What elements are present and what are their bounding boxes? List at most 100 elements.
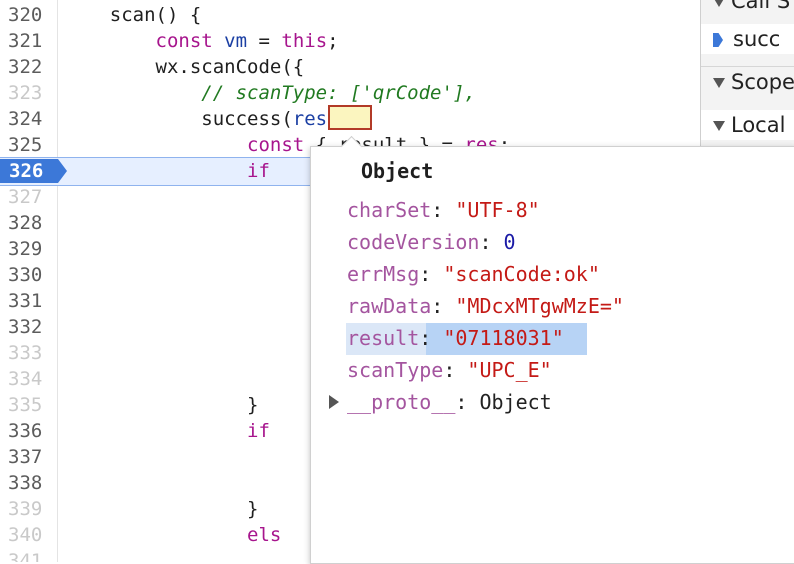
breakpoint-line-number: 326: [9, 160, 44, 182]
code-token: this: [281, 30, 328, 52]
hovered-variable-highlight: [328, 105, 372, 130]
code-line: 322 wx.scanCode({: [0, 54, 700, 80]
property-colon: :: [479, 230, 504, 254]
object-property-row: charSet: "UTF-8": [347, 195, 540, 225]
object-preview-popover: Object charSet: "UTF-8" codeVersion: 0 err…: [310, 146, 794, 564]
line-number[interactable]: 337: [8, 444, 52, 470]
code-token: const: [155, 30, 213, 52]
line-number[interactable]: 329: [8, 236, 52, 262]
code-token: scan() {: [64, 4, 202, 26]
scope-header[interactable]: Scope: [701, 66, 794, 97]
line-number[interactable]: 339: [8, 496, 52, 522]
property-colon: :: [443, 358, 468, 382]
property-colon: :: [455, 390, 480, 414]
property-value: "scanCode:ok": [443, 262, 600, 286]
property-key: __proto__: [347, 390, 456, 414]
line-number[interactable]: 332: [8, 314, 52, 340]
line-number[interactable]: 320: [8, 2, 52, 28]
property-value: Object: [479, 390, 552, 414]
code-text: scan() {: [64, 2, 202, 28]
line-number[interactable]: 327: [8, 184, 52, 210]
collapse-triangle-icon: [713, 0, 725, 7]
property-colon: :: [419, 262, 444, 286]
code-token: // scanType: ['qrCode'],: [201, 82, 476, 104]
property-key: codeVersion: [347, 230, 480, 254]
popover-title: Object: [361, 159, 434, 183]
line-number[interactable]: 335: [8, 392, 52, 418]
line-number[interactable]: 334: [8, 366, 52, 392]
property-key: rawData: [347, 294, 432, 318]
code-token: res: [292, 108, 328, 130]
code-text: if: [64, 158, 270, 184]
collapse-triangle-icon: [713, 78, 725, 88]
object-property-row: result: "07118031": [347, 323, 564, 353]
code-text: const vm = this;: [64, 28, 339, 54]
object-property-row: scanType: "UPC_E": [347, 355, 552, 385]
code-text: // scanType: ['qrCode'],: [64, 80, 476, 106]
line-number[interactable]: 321: [8, 28, 52, 54]
code-token: wx.scanCode({: [64, 56, 305, 78]
line-number[interactable]: 331: [8, 288, 52, 314]
collapse-triangle-icon: [713, 121, 725, 131]
breakpoint-marker[interactable]: 326: [0, 159, 67, 183]
code-token: success(: [64, 108, 293, 130]
object-property-row: rawData: "MDcxMTgwMzE=": [347, 291, 624, 321]
code-line: 320 scan() {: [0, 2, 700, 28]
property-value: 0: [503, 230, 516, 254]
line-number[interactable]: 325: [8, 132, 52, 158]
code-text: els: [64, 522, 281, 548]
object-property-row[interactable]: __proto__: Object: [347, 387, 552, 417]
property-value: "07118031": [443, 326, 564, 350]
property-key: scanType: [347, 358, 444, 382]
line-number[interactable]: 333: [8, 340, 52, 366]
current-frame-arrow-icon: [713, 33, 723, 47]
code-token: }: [64, 498, 259, 520]
code-token: =: [247, 30, 282, 52]
property-colon: :: [431, 198, 456, 222]
code-text: }: [64, 392, 258, 418]
object-property-row: errMsg: "scanCode:ok": [347, 259, 600, 289]
call-stack-header[interactable]: Call S: [701, 0, 794, 16]
line-number[interactable]: 341: [8, 548, 52, 562]
line-number[interactable]: 323: [8, 80, 52, 106]
expand-triangle-icon[interactable]: [329, 395, 339, 409]
property-value: "MDcxMTgwMzE=": [455, 294, 624, 318]
property-key: result: [347, 326, 420, 350]
code-text: }: [64, 496, 258, 522]
line-number[interactable]: 340: [8, 522, 52, 548]
call-stack-frame[interactable]: succ: [701, 24, 794, 54]
property-value: "UPC_E": [467, 358, 552, 382]
line-number[interactable]: 328: [8, 210, 52, 236]
code-text: wx.scanCode({: [64, 54, 305, 80]
property-key: charSet: [347, 198, 432, 222]
property-colon: :: [431, 294, 456, 318]
code-text: if: [64, 418, 270, 444]
local-scope-header[interactable]: Local: [701, 110, 794, 140]
property-key: errMsg: [347, 262, 420, 286]
line-number[interactable]: 324: [8, 106, 52, 132]
property-colon: :: [419, 326, 444, 350]
code-token: vm: [224, 30, 248, 52]
code-token: if: [247, 420, 270, 442]
code-token: if: [247, 160, 270, 182]
code-line: 321 const vm = this;: [0, 28, 700, 54]
code-token: }: [64, 394, 259, 416]
line-number[interactable]: 322: [8, 54, 52, 80]
code-text: success(res) {: [64, 106, 361, 132]
property-value: "UTF-8": [455, 198, 540, 222]
line-number[interactable]: 336: [8, 418, 52, 444]
code-token: ;: [327, 30, 339, 52]
line-number[interactable]: 338: [8, 470, 52, 496]
line-number[interactable]: 330: [8, 262, 52, 288]
code-line: 323 // scanType: ['qrCode'],: [0, 80, 700, 106]
object-property-row: codeVersion: 0: [347, 227, 516, 257]
code-token: const: [247, 134, 305, 156]
code-token: els: [247, 524, 282, 546]
